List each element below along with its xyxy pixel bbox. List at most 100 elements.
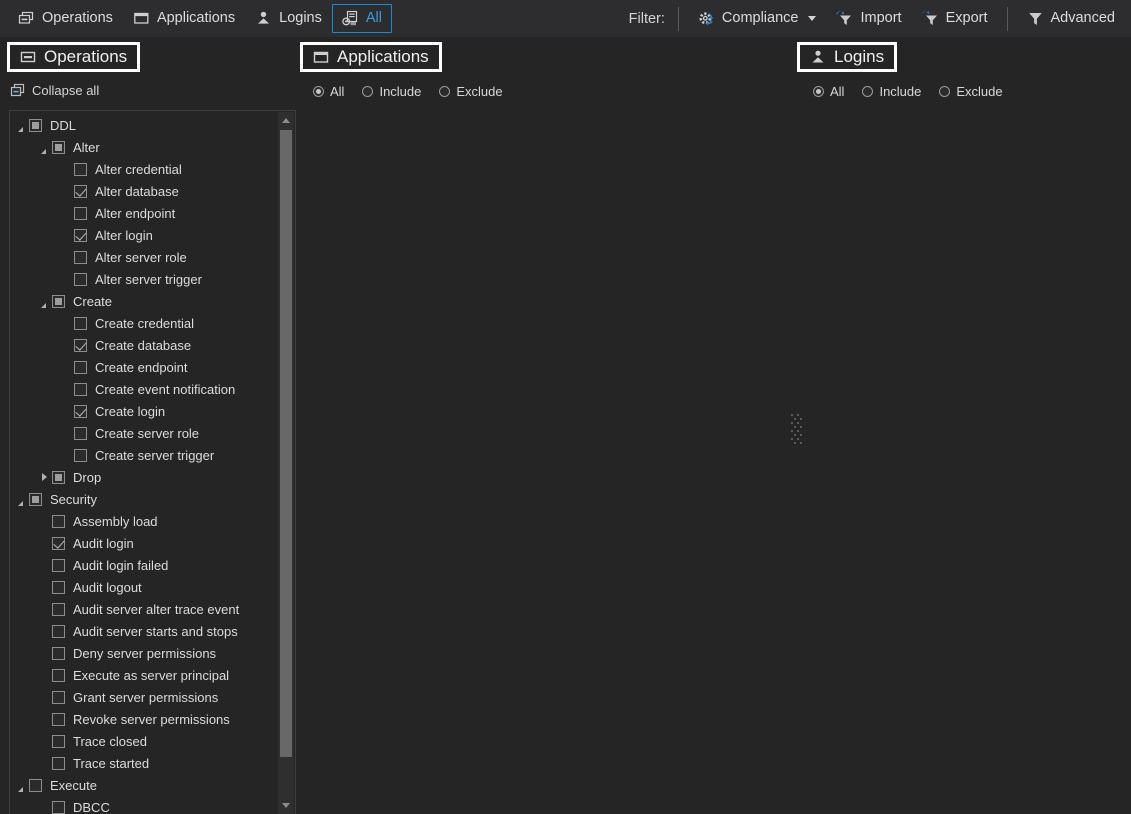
tree-node-checkbox[interactable] xyxy=(29,118,42,132)
toolbar-button-applications[interactable]: Applications xyxy=(123,4,245,33)
radio-indicator[interactable] xyxy=(813,86,824,97)
tree-node-checkbox[interactable] xyxy=(52,646,65,660)
tree-node[interactable]: Grant server permissions xyxy=(10,686,280,708)
tree-node-checkbox[interactable] xyxy=(52,514,65,528)
tree-node-checkbox[interactable] xyxy=(74,250,87,264)
chevron-down-icon[interactable] xyxy=(808,16,817,21)
tree-node-checkbox[interactable] xyxy=(52,690,65,704)
tree-node-checkbox[interactable] xyxy=(74,404,87,418)
radio-include[interactable]: Include xyxy=(362,84,421,99)
filter-button-import[interactable]: Import xyxy=(826,4,911,33)
collapse-all-button[interactable]: Collapse all xyxy=(10,83,99,98)
tree-node-checkbox[interactable] xyxy=(52,140,65,154)
tree-vertical-scrollbar[interactable] xyxy=(278,112,294,814)
tree-node[interactable]: Drop xyxy=(10,466,280,488)
tree-node-checkbox[interactable] xyxy=(74,228,87,242)
scroll-down-arrow-icon[interactable] xyxy=(278,797,294,814)
filter-button-export[interactable]: Export xyxy=(912,4,998,33)
tree-node-checkbox[interactable] xyxy=(52,536,65,550)
chevron-right-icon[interactable] xyxy=(38,470,52,484)
tree-node[interactable]: Deny server permissions xyxy=(10,642,280,664)
operations-tree[interactable]: DDL Alter Alter credential Alter database Al… xyxy=(10,111,280,814)
tree-node[interactable]: Audit logout xyxy=(10,576,280,598)
tree-node-checkbox[interactable] xyxy=(52,580,65,594)
radio-indicator[interactable] xyxy=(439,86,451,97)
tree-node-checkbox[interactable] xyxy=(74,360,87,374)
tree-node[interactable]: Execute xyxy=(10,774,280,796)
tree-node[interactable]: Alter server trigger xyxy=(10,268,280,290)
tree-node[interactable]: Alter credential xyxy=(10,158,280,180)
tree-node[interactable]: Alter login xyxy=(10,224,280,246)
tree-node[interactable]: Create xyxy=(10,290,280,312)
tree-node-checkbox[interactable] xyxy=(74,316,87,330)
applications-panel-header[interactable]: Applications xyxy=(300,42,442,72)
tree-node[interactable]: Create login xyxy=(10,400,280,422)
radio-include[interactable]: Include xyxy=(862,84,921,99)
tree-node-checkbox[interactable] xyxy=(52,470,65,484)
tree-node[interactable]: Audit server starts and stops xyxy=(10,620,280,642)
tree-node[interactable]: DBCC xyxy=(10,796,280,814)
scrollbar-thumb[interactable] xyxy=(280,130,292,757)
tree-node[interactable]: Audit login xyxy=(10,532,280,554)
tree-node-checkbox[interactable] xyxy=(52,668,65,682)
radio-all[interactable]: All xyxy=(313,84,344,99)
tree-node[interactable]: Create database xyxy=(10,334,280,356)
radio-all[interactable]: All xyxy=(813,84,844,99)
tree-node[interactable]: Alter endpoint xyxy=(10,202,280,224)
tree-node[interactable]: Create event notification xyxy=(10,378,280,400)
tree-node-checkbox[interactable] xyxy=(74,448,87,462)
tree-node[interactable]: Create server trigger xyxy=(10,444,280,466)
tree-node[interactable]: Create endpoint xyxy=(10,356,280,378)
toolbar-button-operations[interactable]: Operations xyxy=(8,4,123,33)
radio-indicator[interactable] xyxy=(862,86,874,97)
tree-node[interactable]: Audit login failed xyxy=(10,554,280,576)
tree-node-checkbox[interactable] xyxy=(52,602,65,616)
chevron-down-icon[interactable] xyxy=(15,778,29,792)
radio-exclude[interactable]: Exclude xyxy=(439,84,503,99)
tree-node-checkbox[interactable] xyxy=(74,272,87,286)
chevron-down-icon[interactable] xyxy=(15,492,29,506)
filter-button-compliance[interactable]: Compliance xyxy=(688,4,827,33)
tree-node-checkbox[interactable] xyxy=(52,800,65,814)
tree-node-checkbox[interactable] xyxy=(74,338,87,352)
chevron-down-icon[interactable] xyxy=(38,140,52,154)
tree-node[interactable]: Security xyxy=(10,488,280,510)
chevron-down-icon[interactable] xyxy=(38,294,52,308)
tree-node[interactable]: Trace started xyxy=(10,752,280,774)
tree-node[interactable]: Alter xyxy=(10,136,280,158)
tree-node-checkbox[interactable] xyxy=(52,712,65,726)
operations-panel-header[interactable]: Operations xyxy=(7,42,141,72)
chevron-down-icon[interactable] xyxy=(15,118,29,132)
tree-node-checkbox[interactable] xyxy=(29,492,42,506)
radio-exclude[interactable]: Exclude xyxy=(939,84,1003,99)
tree-node-checkbox[interactable] xyxy=(52,734,65,748)
scroll-up-arrow-icon[interactable] xyxy=(278,112,294,129)
tree-node-checkbox[interactable] xyxy=(74,162,87,176)
radio-indicator[interactable] xyxy=(362,86,374,97)
tree-node[interactable]: DDL xyxy=(10,114,280,136)
toolbar-button-logins[interactable]: Logins xyxy=(245,4,332,33)
tree-node-checkbox[interactable] xyxy=(74,382,87,396)
tree-node-checkbox[interactable] xyxy=(74,184,87,198)
tree-node[interactable]: Trace closed xyxy=(10,730,280,752)
tree-node[interactable]: Create server role xyxy=(10,422,280,444)
tree-node-checkbox[interactable] xyxy=(74,426,87,440)
tree-node-checkbox[interactable] xyxy=(52,756,65,770)
tree-node[interactable]: Alter server role xyxy=(10,246,280,268)
tree-node[interactable]: Revoke server permissions xyxy=(10,708,280,730)
tree-node[interactable]: Create credential xyxy=(10,312,280,334)
radio-indicator[interactable] xyxy=(939,86,951,97)
tree-node[interactable]: Assembly load xyxy=(10,510,280,532)
tree-node-checkbox[interactable] xyxy=(74,206,87,220)
toolbar-button-all[interactable]: All xyxy=(331,4,392,33)
tree-node-checkbox[interactable] xyxy=(29,778,42,792)
logins-panel-header[interactable]: Logins xyxy=(797,42,898,72)
tree-node[interactable]: Execute as server principal xyxy=(10,664,280,686)
tree-node-checkbox[interactable] xyxy=(52,294,65,308)
tree-node-checkbox[interactable] xyxy=(52,558,65,572)
tree-node-checkbox[interactable] xyxy=(52,624,65,638)
tree-node[interactable]: Audit server alter trace event xyxy=(10,598,280,620)
tree-node[interactable]: Alter database xyxy=(10,180,280,202)
filter-button-advanced[interactable]: Advanced xyxy=(1017,4,1126,33)
radio-indicator[interactable] xyxy=(313,86,324,97)
